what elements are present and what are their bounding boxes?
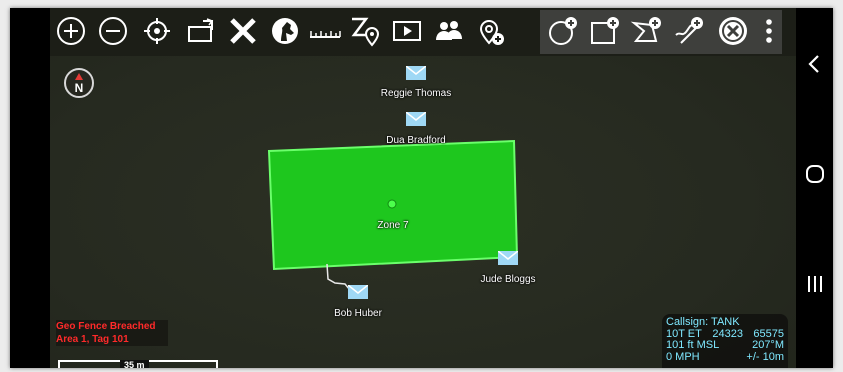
draw-circle-icon[interactable] [546,14,580,48]
envelope-marker-icon[interactable] [405,65,427,80]
marker-label-jude: Jude Bloggs [480,274,536,285]
envelope-marker-icon[interactable] [405,111,427,126]
marker-label-reggie: Reggie Thomas [380,88,452,99]
back-icon[interactable] [801,50,829,78]
draw-polygon-icon[interactable] [630,14,664,48]
scale-label: 35 m [120,360,149,368]
heading: 207°M [752,339,784,351]
horse-head-icon[interactable] [268,14,302,48]
draw-rectangle-icon[interactable] [588,14,622,48]
drawing-tools-group [540,10,782,54]
add-pin-icon[interactable] [474,14,508,48]
ruler-icon[interactable] [308,14,342,48]
bearing-pin-icon[interactable] [348,14,382,48]
zone-center-dot [387,199,397,209]
more-options-icon[interactable] [752,14,786,48]
marker-label-dua: Dua Bradford [386,135,446,146]
callsign: Callsign: TANK [666,316,740,328]
cancel-drawing-icon[interactable] [716,14,750,48]
zoom-out-icon[interactable] [96,14,130,48]
accuracy: +/- 10m [746,350,784,363]
zoom-in-icon[interactable] [54,14,88,48]
altitude: 101 ft MSL [666,339,720,351]
close-tools-icon[interactable] [226,14,260,48]
home-icon[interactable] [801,160,829,188]
marker-label-bob: Bob Huber [334,308,382,319]
compass-button[interactable]: N [64,68,94,98]
alert-line-2: Area 1, Tag 101 [56,334,129,345]
envelope-marker-icon[interactable] [347,284,369,299]
system-navigation-bar [796,8,833,368]
video-icon[interactable] [390,14,424,48]
device-screen: N Reggie Thomas Dua Bradford Zone 7 Jude… [10,8,833,368]
zone-label: Zone 7 [377,220,409,231]
speed: 0 MPH [666,350,700,363]
north-arrow-icon [75,73,83,80]
locate-self-icon[interactable] [140,14,174,48]
geofence-alert[interactable]: Geo Fence Breached Area 1, Tag 101 [56,320,168,346]
alert-line-1: Geo Fence Breached [56,321,156,332]
envelope-marker-icon[interactable] [497,250,519,265]
map-toolbar [50,8,796,56]
map-view[interactable]: N Reggie Thomas Dua Bradford Zone 7 Jude… [50,8,796,368]
rotate-icon[interactable] [184,14,218,48]
self-info-panel[interactable]: Callsign: TANK 10T ET 24323 65575 101 ft… [662,314,788,368]
compass-letter: N [74,81,84,95]
draw-freehand-icon[interactable] [672,14,706,48]
team-icon[interactable] [432,14,466,48]
recents-icon[interactable] [801,270,829,298]
